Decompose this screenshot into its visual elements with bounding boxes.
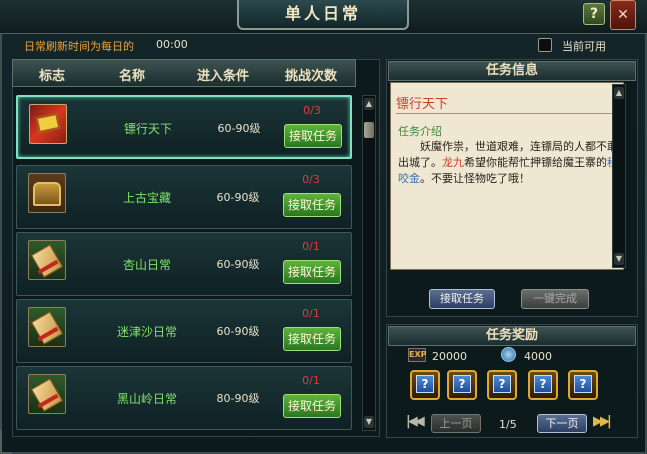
reward-item-slot[interactable]: ? [487,370,517,400]
intro-part-2: 希望你能帮忙押镖给魔王寨的 [464,156,607,169]
reward-item-slot[interactable]: ? [568,370,598,400]
mystery-item-icon: ? [534,375,552,393]
quest-intro-text: 妖魔作祟，世道艰难，连镖局的人都不敢出城了。龙九希望你能帮忙押镖给魔王寨的程咬金… [398,139,618,187]
col-header-condition: 进入条件 [197,69,250,84]
accept-quest-button[interactable]: 接取任务 [284,124,342,148]
quest-count: 0/3 [303,104,321,117]
help-button[interactable]: ? [583,3,605,25]
info-scrollbar[interactable]: ▲ ▼ [612,84,626,268]
col-header-icon: 标志 [39,69,66,84]
quest-info-title: 镖行天下 [396,97,449,112]
reward-item-slot[interactable]: ? [410,370,440,400]
accept-quest-button[interactable]: 接取任务 [283,327,341,351]
col-header-count: 挑战次数 [285,69,338,84]
scroll-up-arrow-icon[interactable]: ▲ [364,98,374,110]
take-quest-button[interactable]: 接取任务 [429,289,495,309]
prev-page-button[interactable]: 上一页 [431,414,481,433]
quest-count: 0/1 [302,374,320,387]
coin-value: 4000 [524,350,552,363]
window-title: 单人日常 [237,0,409,30]
accept-quest-button[interactable]: 接取任务 [283,394,341,418]
quest-condition: 60-90级 [216,191,260,204]
quest-name: 杏山日常 [122,258,171,272]
close-button[interactable]: ✕ [610,0,636,30]
treasure-chest-icon [28,173,66,213]
refresh-time: 00:00 [156,38,188,51]
reward-item-slot[interactable]: ? [528,370,558,400]
coin-icon [501,347,516,362]
quest-condition: 80-90级 [216,392,260,405]
accept-quest-button[interactable]: 接取任务 [283,193,341,217]
scroll-down-arrow-icon[interactable]: ▼ [364,416,374,428]
quest-condition: 60-90级 [216,258,260,271]
page-indicator: 1/5 [499,418,517,431]
reward-header: 任务奖励 [388,326,636,346]
quest-name: 上古宝藏 [122,191,171,205]
quest-row[interactable]: 镖行天下 60-90级 0/3 接取任务 [16,95,352,159]
scroll-thumb[interactable] [364,122,374,138]
quest-count: 0/3 [302,173,320,186]
exp-value: 20000 [432,350,467,363]
first-page-icon[interactable]: |◀◀ [406,414,425,429]
mystery-item-icon: ? [453,375,471,393]
divider [396,113,618,114]
intro-part-3: 。不要让怪物吃了哦！ [420,172,530,185]
scroll-icon [28,374,66,414]
quest-name: 镖行天下 [123,122,172,136]
quest-row[interactable]: 迷津沙日常 60-90级 0/1 接取任务 [16,299,352,363]
quest-list-scrollbar[interactable]: ▲ ▼ [362,95,376,431]
mystery-item-icon: ? [416,375,434,393]
refresh-label: 日常刷新时间为每日的 [24,40,134,53]
quest-condition: 60-90级 [217,122,261,135]
quest-row[interactable]: 杏山日常 60-90级 0/1 接取任务 [16,232,352,296]
reward-item-slot[interactable]: ? [447,370,477,400]
frame-corner-ornament [0,430,12,454]
quest-row[interactable]: 黑山岭日常 80-90级 0/1 接取任务 [16,366,352,430]
quest-table-header: 标志 名称 进入条件 挑战次数 [12,59,356,87]
quest-info-header: 任务信息 [388,61,636,81]
scroll-down-arrow-icon[interactable]: ▼ [614,253,624,265]
scroll-icon [28,307,66,347]
last-page-icon[interactable]: ▶▶| [593,414,612,429]
accept-quest-button[interactable]: 接取任务 [283,260,341,284]
npc-name-link[interactable]: 龙九 [442,156,464,169]
red-book-icon [29,104,67,144]
scroll-icon [28,240,66,280]
quest-count: 0/1 [302,307,320,320]
mystery-item-icon: ? [493,375,511,393]
quest-name: 黑山岭日常 [116,392,177,406]
quest-info-box: 镖行天下 任务介绍 妖魔作祟，世道艰难，连镖局的人都不敢出城了。龙九希望你能帮忙… [390,82,624,270]
quest-condition: 60-90级 [216,325,260,338]
quest-count: 0/1 [302,240,320,253]
available-only-label: 当前可用 [562,40,606,53]
mystery-item-icon: ? [574,375,592,393]
available-only-checkbox[interactable] [538,38,552,52]
instant-complete-button[interactable]: 一键完成 [521,289,589,309]
col-header-name: 名称 [119,69,146,84]
quest-row[interactable]: 上古宝藏 60-90级 0/3 接取任务 [16,165,352,229]
next-page-button[interactable]: 下一页 [537,414,587,433]
quest-name: 迷津沙日常 [116,325,177,339]
scroll-up-arrow-icon[interactable]: ▲ [614,87,624,99]
exp-icon: EXP [408,348,427,362]
quest-intro-heading: 任务介绍 [398,125,442,138]
